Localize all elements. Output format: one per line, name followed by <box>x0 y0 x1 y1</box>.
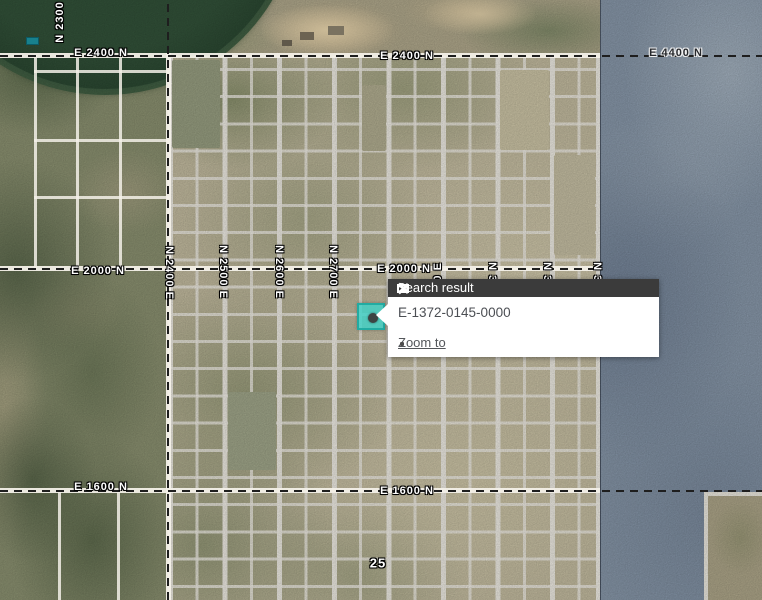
road-label: E 2000 N <box>71 265 125 277</box>
more-options-icon[interactable] <box>398 340 402 344</box>
popup-search-result: Search result E-1372-0145-0000 Zoom to <box>388 279 659 357</box>
parcel-line <box>117 492 120 600</box>
parcel-line <box>34 55 37 268</box>
large-parcel <box>172 60 220 148</box>
section-number-label: 25 <box>370 556 386 571</box>
large-parcel <box>554 155 595 255</box>
large-parcel <box>362 85 386 151</box>
parcel-line <box>34 139 168 142</box>
road-label: N 2700 E <box>327 245 339 299</box>
parcel-line <box>76 55 79 268</box>
road-label: N 2300 <box>54 1 66 42</box>
parcel-line <box>119 55 122 268</box>
zoom-to-link[interactable]: Zoom to <box>398 335 446 350</box>
popup-body: E-1372-0145-0000 Zoom to <box>388 297 659 357</box>
teal-roof-building <box>26 37 39 45</box>
parcel-line <box>34 70 168 73</box>
road-label: E 1600 N <box>380 485 434 497</box>
road-label: N 2400 E <box>163 246 175 300</box>
map-canvas[interactable]: N 2300 E 2400 N E 2400 N E 4400 N E 2000… <box>0 0 762 600</box>
farm-building <box>300 32 314 40</box>
close-icon[interactable] <box>397 282 409 294</box>
road-label: E 2400 N <box>380 50 434 62</box>
popup-header[interactable]: Search result <box>388 279 659 297</box>
farm-building <box>282 40 292 46</box>
large-parcel <box>228 392 276 470</box>
dirt-area <box>262 6 392 54</box>
dirt-area <box>425 0 535 34</box>
road-label: E 2400 N <box>74 47 128 59</box>
farm-building <box>328 26 344 35</box>
parcel-southeast <box>704 492 762 600</box>
parcel-line <box>34 196 168 199</box>
road-label: N 2500 E <box>217 245 229 299</box>
road-label: N 2600 E <box>273 245 285 299</box>
large-parcel <box>500 70 549 150</box>
search-result-id: E-1372-0145-0000 <box>398 305 511 320</box>
road-label: E 1600 N <box>74 481 128 493</box>
road-label: E 2000 N <box>377 263 431 275</box>
popup-footer: Zoom to <box>398 334 649 350</box>
parcel-line <box>58 492 61 600</box>
road-label: E 4400 N <box>649 47 703 59</box>
popup-pointer <box>376 304 388 326</box>
